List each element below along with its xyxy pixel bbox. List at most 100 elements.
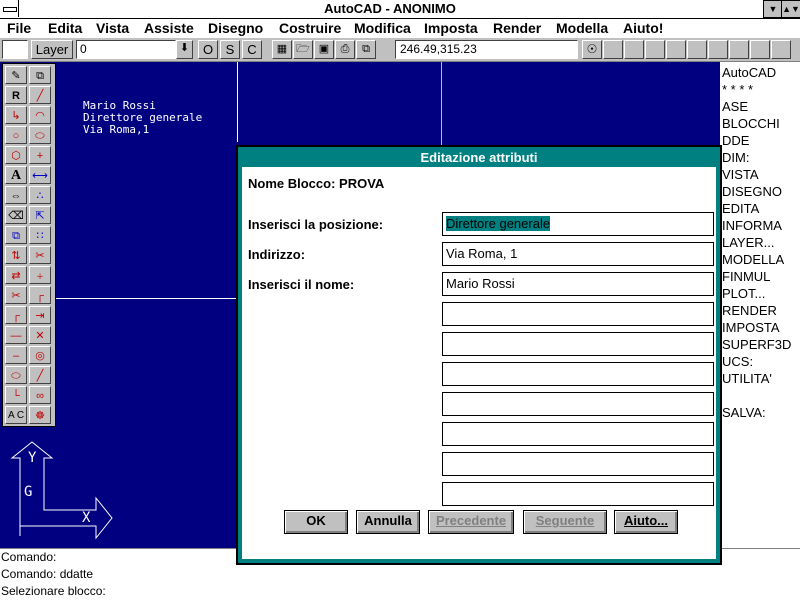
dropdown-arrow-icon[interactable]: ⬇ xyxy=(176,40,193,59)
grid-array-icon[interactable]: ∷ xyxy=(29,226,51,244)
sidemenu-plot[interactable]: PLOT... xyxy=(720,285,800,302)
color-swatch[interactable] xyxy=(2,40,28,59)
menu-assiste[interactable]: Assiste xyxy=(144,20,194,36)
next-button[interactable]: Seguente xyxy=(523,510,607,534)
minimize-button[interactable]: ▼ xyxy=(763,0,783,18)
break-icon[interactable]: ✂ xyxy=(5,286,27,304)
print-icon[interactable]: ⎙ xyxy=(335,40,355,59)
sidemenu-dim[interactable]: DIM: xyxy=(720,149,800,166)
attribute-field-3[interactable]: Mario Rossi xyxy=(442,272,714,296)
attribute-field-7[interactable] xyxy=(442,392,714,416)
menu-disegno[interactable]: Disegno xyxy=(208,20,263,36)
sidemenu-layer[interactable]: LAYER... xyxy=(720,234,800,251)
menu-modifica[interactable]: Modifica xyxy=(354,20,411,36)
divide-icon[interactable]: ╱ xyxy=(29,366,51,384)
ortho-toggle[interactable]: O xyxy=(198,40,218,59)
custom-button-1[interactable] xyxy=(603,40,623,59)
corner-icon[interactable]: └ xyxy=(5,386,27,404)
layer-button[interactable]: Layer xyxy=(31,40,73,59)
sidemenu-vista[interactable]: VISTA xyxy=(720,166,800,183)
polyline-icon[interactable]: ↳ xyxy=(5,106,27,124)
copy-icon[interactable]: ⧉ xyxy=(5,226,27,244)
save-icon[interactable]: ▣ xyxy=(314,40,334,59)
menu-render[interactable]: Render xyxy=(493,20,541,36)
point-icon[interactable]: + xyxy=(29,146,51,164)
maximize-button[interactable]: ▲▼ xyxy=(781,0,800,18)
attribute-field-2[interactable]: Via Roma, 1 xyxy=(442,242,714,266)
mirror-icon[interactable]: ⇅ xyxy=(5,246,27,264)
snap-toggle[interactable]: S xyxy=(220,40,240,59)
menu-modella[interactable]: Modella xyxy=(556,20,608,36)
custom-button-8[interactable] xyxy=(750,40,770,59)
sidemenu-informa[interactable]: INFORMA xyxy=(720,217,800,234)
arc-icon[interactable]: ◠ xyxy=(29,106,51,124)
sidemenu-blocchi[interactable]: BLOCCHI xyxy=(720,115,800,132)
custom-button-5[interactable] xyxy=(687,40,707,59)
help-button[interactable]: Aiuto... xyxy=(614,510,678,534)
line-icon[interactable]: ╱ xyxy=(29,86,51,104)
extend-icon[interactable]: ⇥ xyxy=(29,306,51,324)
sidemenu-dde[interactable]: DDE xyxy=(720,132,800,149)
sidemenu-salva[interactable]: SALVA: xyxy=(720,404,800,421)
menu-costruire[interactable]: Costruire xyxy=(279,20,341,36)
open-folder-icon[interactable]: 🗁 xyxy=(293,40,313,59)
custom-button-9[interactable] xyxy=(771,40,791,59)
coords-toggle[interactable]: C xyxy=(242,40,262,59)
pencil-icon[interactable]: ✎ xyxy=(5,66,27,84)
text-icon[interactable]: A xyxy=(5,166,27,184)
sidemenu-autocad[interactable]: AutoCAD xyxy=(720,64,800,81)
fillet2-icon[interactable]: ┌ xyxy=(5,306,27,324)
dimension-icon[interactable]: ⟷ xyxy=(29,166,51,184)
sidemenu-modella[interactable]: MODELLA xyxy=(720,251,800,268)
sidemenu-edita[interactable]: EDITA xyxy=(720,200,800,217)
system-menu-icon[interactable] xyxy=(0,0,19,17)
sidemenu-ucs[interactable]: UCS: xyxy=(720,353,800,370)
menu-imposta[interactable]: Imposta xyxy=(424,20,478,36)
previous-button[interactable]: Precedente xyxy=(428,510,514,534)
ok-button[interactable]: OK xyxy=(284,510,348,534)
sidemenu-ase[interactable]: ASE xyxy=(720,98,800,115)
menu-aiuto[interactable]: Aiuto! xyxy=(623,20,663,36)
dash-icon[interactable]: – xyxy=(5,346,27,364)
custom-button-7[interactable] xyxy=(729,40,749,59)
attribute-field-5[interactable] xyxy=(442,332,714,356)
attribute-field-6[interactable] xyxy=(442,362,714,386)
layer-select[interactable]: 0 xyxy=(76,40,176,59)
erase-icon[interactable]: ⌫ xyxy=(5,206,27,224)
redraw-icon[interactable]: R xyxy=(5,86,27,104)
array-icon[interactable]: ∴ xyxy=(29,186,51,204)
sidemenu-disegno[interactable]: DISEGNO xyxy=(720,183,800,200)
sidemenu-render[interactable]: RENDER xyxy=(720,302,800,319)
custom-button-3[interactable] xyxy=(645,40,665,59)
menu-vista[interactable]: Vista xyxy=(96,20,129,36)
sidemenu-utilita[interactable]: UTILITA' xyxy=(720,370,800,387)
stretch-icon[interactable]: ⇔ xyxy=(5,186,27,204)
cancel-button[interactable]: Annulla xyxy=(356,510,420,534)
text-style-icon[interactable]: A C xyxy=(5,406,27,424)
scale-icon[interactable]: ⇱ xyxy=(29,206,51,224)
attribute-field-4[interactable] xyxy=(442,302,714,326)
menu-edita[interactable]: Edita xyxy=(48,20,82,36)
trim-icon[interactable]: ✂ xyxy=(29,246,51,264)
join-icon[interactable]: ∞ xyxy=(29,386,51,404)
sidemenu-finmul[interactable]: FINMUL xyxy=(720,268,800,285)
attribute-field-9[interactable] xyxy=(442,452,714,476)
attribute-field-10[interactable] xyxy=(442,482,714,506)
select-icon[interactable]: ⧉ xyxy=(356,40,376,59)
layers-icon[interactable]: ⧉ xyxy=(29,66,51,84)
ellipse2-icon[interactable]: ⬭ xyxy=(5,366,27,384)
hatch-icon[interactable]: ☸ xyxy=(29,406,51,424)
attribute-field-8[interactable] xyxy=(442,422,714,446)
hline-icon[interactable]: — xyxy=(5,326,27,344)
grid-icon[interactable]: ▦ xyxy=(272,40,292,59)
custom-button-2[interactable] xyxy=(624,40,644,59)
ellipse-icon[interactable]: ⬭ xyxy=(29,126,51,144)
aerial-view-icon[interactable]: ☉ xyxy=(582,40,602,59)
cross-icon[interactable]: ✕ xyxy=(29,326,51,344)
sidemenu-imposta[interactable]: IMPOSTA xyxy=(720,319,800,336)
sidemenu-superf3d[interactable]: SUPERF3D xyxy=(720,336,800,353)
custom-button-4[interactable] xyxy=(666,40,686,59)
donut-icon[interactable]: ◎ xyxy=(29,346,51,364)
polygon-icon[interactable]: ⬡ xyxy=(5,146,27,164)
circle-icon[interactable]: ○ xyxy=(5,126,27,144)
